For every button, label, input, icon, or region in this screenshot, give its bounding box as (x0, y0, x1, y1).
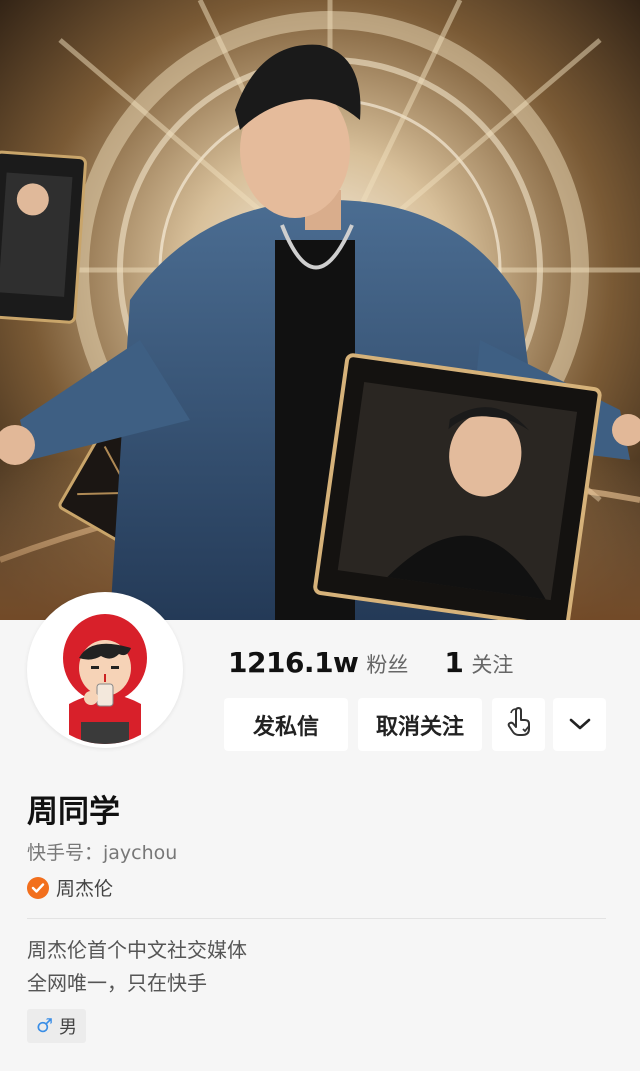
more-options-button[interactable] (553, 698, 606, 751)
male-icon: ♂ (36, 1015, 54, 1037)
unfollow-label: 取消关注 (375, 714, 464, 740)
profile-name: 周同学 (27, 794, 120, 830)
profile-stats: 1216.1w 粉丝 1 关注 (228, 646, 513, 686)
bio-line-1: 周杰伦首个中文社交媒体 (27, 938, 247, 962)
send-message-button[interactable]: 发私信 (224, 698, 348, 751)
account-id[interactable]: 快手号：jaychou (27, 838, 177, 865)
verified-check-icon (27, 876, 49, 899)
bio-line-2: 全网唯一，只在快手 (27, 971, 207, 995)
unfollow-button[interactable]: 取消关注 (358, 698, 482, 751)
followers-label[interactable]: 粉丝 (366, 649, 408, 679)
send-message-label: 发私信 (252, 714, 319, 740)
bio: 周杰伦首个中文社交媒体 全网唯一，只在快手 (27, 934, 247, 1000)
followers-count[interactable]: 1216.1w (228, 646, 359, 679)
following-label[interactable]: 关注 (471, 649, 513, 679)
gender-tag: ♂ 男 (27, 1009, 87, 1043)
gender-label: 男 (59, 1017, 78, 1038)
following-count[interactable]: 1 (444, 646, 463, 679)
avatar[interactable] (27, 592, 183, 748)
chevron-down-icon (569, 712, 591, 737)
hand-touch-icon (505, 706, 533, 743)
touch-interact-button[interactable] (492, 698, 545, 751)
verified-name: 周杰伦 (56, 878, 114, 900)
divider (27, 918, 606, 919)
verified-row: 周杰伦 (27, 874, 113, 901)
cover-photo[interactable] (0, 0, 640, 620)
